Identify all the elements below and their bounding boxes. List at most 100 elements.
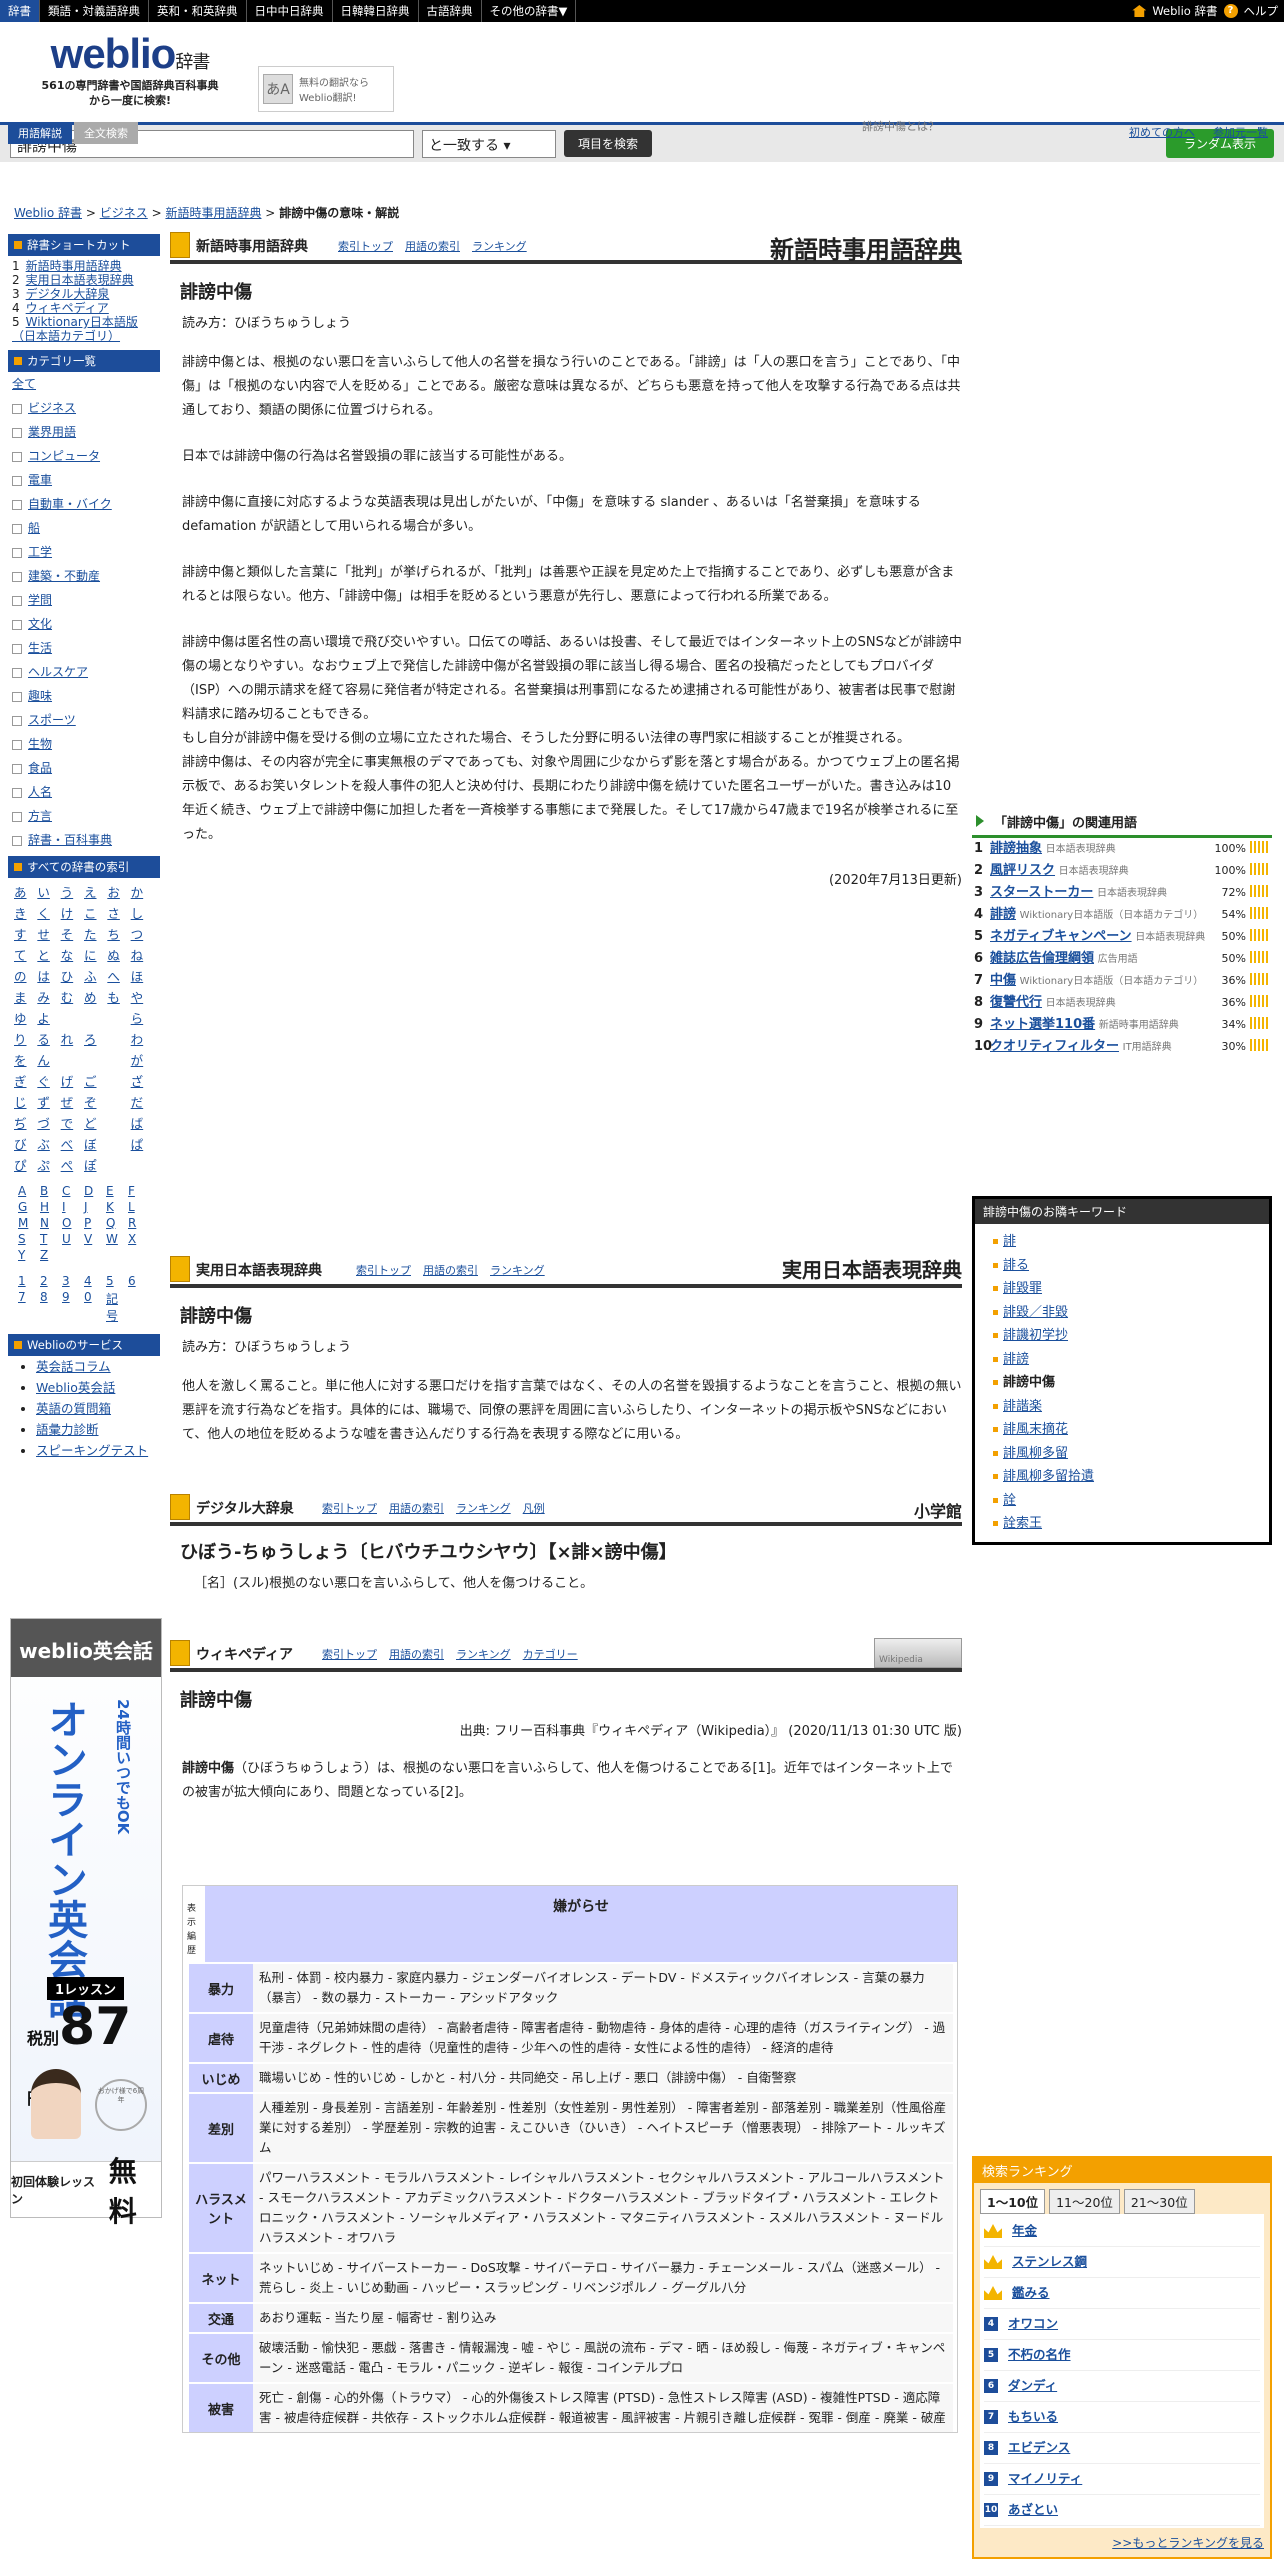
shortcut-link[interactable]: 新語時事用語辞典	[26, 259, 122, 273]
expand-box-icon[interactable]	[12, 571, 22, 582]
more-ranking-link[interactable]: >>もっとランキングを見る	[1112, 2536, 1264, 2550]
breadcrumb-weblio[interactable]: Weblio 辞書	[14, 206, 82, 220]
expand-box-icon[interactable]	[12, 451, 22, 462]
dict3-index-top[interactable]: 索引トップ	[322, 1500, 377, 1516]
shortcut-link[interactable]: 実用日本語表現辞典	[26, 273, 134, 287]
alpha-index-link[interactable]: S	[18, 1232, 40, 1246]
kana-index-link[interactable]: ぴ	[14, 1155, 37, 1174]
related-source[interactable]: 日本語表現辞典	[1046, 844, 1116, 855]
neighbor-link[interactable]: 誹謗	[1003, 1352, 1029, 1367]
kana-index-link[interactable]: み	[37, 987, 60, 1006]
related-term-link[interactable]: クオリティフィルター	[990, 1039, 1119, 1054]
alpha-index-link[interactable]: Q	[106, 1216, 128, 1230]
ranking-link[interactable]: エビデンス	[1008, 2433, 1070, 2463]
kana-index-link[interactable]: な	[61, 945, 84, 964]
dict2-term-index[interactable]: 用語の索引	[423, 1262, 478, 1278]
category-link[interactable]: 業界用語	[28, 425, 76, 439]
dict2-name[interactable]: 実用日本語表現辞典	[196, 1260, 322, 1280]
alpha-index-link[interactable]: W	[106, 1232, 128, 1246]
expand-box-icon[interactable]	[12, 763, 22, 774]
help-link[interactable]: ヘルプ	[1244, 3, 1279, 19]
dict1-name[interactable]: 新語時事用語辞典	[196, 236, 308, 256]
kana-index-link[interactable]: ぺ	[61, 1155, 84, 1174]
expand-box-icon[interactable]	[12, 547, 22, 558]
kana-index-link[interactable]: ひ	[61, 966, 84, 985]
ranking-link[interactable]: マイノリティ	[1008, 2464, 1082, 2494]
kana-index-link[interactable]: う	[61, 882, 84, 901]
kana-index-link[interactable]: ん	[37, 1050, 60, 1069]
number-index-link[interactable]: 9	[62, 1290, 84, 1324]
kana-index-link[interactable]: ぬ	[107, 945, 130, 964]
kana-index-link[interactable]: ぞ	[84, 1092, 107, 1111]
kana-index-link[interactable]: び	[14, 1134, 37, 1153]
neighbor-link[interactable]: 誹	[1003, 1234, 1016, 1249]
category-link[interactable]: 自動車・バイク	[28, 497, 112, 511]
alpha-index-link[interactable]: X	[128, 1232, 150, 1246]
category-link[interactable]: 船	[28, 521, 40, 535]
category-all[interactable]: 全て	[12, 377, 36, 391]
category-link[interactable]: ビジネス	[28, 401, 76, 415]
kana-index-link[interactable]: た	[84, 924, 107, 943]
kana-index-link[interactable]: む	[61, 987, 84, 1006]
expand-box-icon[interactable]	[12, 787, 22, 798]
kana-index-link[interactable]: り	[14, 1029, 37, 1048]
kana-index-link[interactable]: げ	[61, 1071, 84, 1090]
service-link[interactable]: 英語の質問箱	[36, 1401, 111, 1416]
navbox-row-links[interactable]: 私刑 - 体罰 - 校内暴力 - 家庭内暴力 - ジェンダーバイオレンス - デ…	[253, 1964, 953, 2012]
service-link[interactable]: 英会話コラム	[36, 1359, 111, 1374]
kana-index-link[interactable]: あ	[14, 882, 37, 901]
kana-index-link[interactable]: や	[131, 987, 154, 1006]
alpha-index-link[interactable]: R	[128, 1216, 150, 1230]
ranking-link[interactable]: ダンディ	[1008, 2371, 1057, 2401]
alpha-index-link[interactable]: U	[62, 1232, 84, 1246]
number-index-link[interactable]: 1	[18, 1274, 40, 1288]
kana-index-link[interactable]: じ	[14, 1092, 37, 1111]
match-mode-select[interactable]: と一致する ▾	[422, 129, 556, 158]
alpha-index-link[interactable]: D	[84, 1184, 106, 1198]
kana-index-link[interactable]: ぷ	[37, 1155, 60, 1174]
kana-index-link[interactable]: べ	[61, 1134, 84, 1153]
kana-index-link[interactable]: ぎ	[14, 1071, 37, 1090]
category-link[interactable]: 生物	[28, 737, 52, 751]
dict1-ranking[interactable]: ランキング	[472, 238, 527, 254]
related-term-link[interactable]: 風評リスク	[990, 863, 1055, 878]
expand-box-icon[interactable]	[12, 619, 22, 630]
tab-fulltext-search[interactable]: 全文検索	[74, 122, 138, 144]
alpha-index-link[interactable]: M	[18, 1216, 40, 1230]
kana-index-link[interactable]: せ	[37, 924, 60, 943]
related-term-link[interactable]: 誹謗抽象	[990, 841, 1042, 856]
navbox-row-links[interactable]: 人種差別 - 身長差別 - 言語差別 - 年齢差別 - 性差別（女性差別 - 男…	[253, 2094, 953, 2162]
kana-index-link[interactable]: さ	[107, 903, 130, 922]
kana-index-link[interactable]: て	[14, 945, 37, 964]
tab-classic[interactable]: 古語辞典	[419, 0, 482, 22]
dict4-index-top[interactable]: 索引トップ	[322, 1646, 377, 1662]
kana-index-link[interactable]: い	[37, 882, 60, 901]
expand-box-icon[interactable]	[12, 667, 22, 678]
neighbor-link[interactable]: 誹毀／非毀	[1003, 1305, 1068, 1320]
tab-thesaurus[interactable]: 類語・対義語辞典	[40, 0, 149, 22]
alpha-index-link[interactable]: K	[106, 1200, 128, 1214]
navbox-row-links[interactable]: 職場いじめ - 性的いじめ - しかと - 村八分 - 共同絶交 - 吊し上げ …	[253, 2064, 953, 2092]
alpha-index-link[interactable]: G	[18, 1200, 40, 1214]
related-source[interactable]: 日本語表現辞典	[1059, 866, 1129, 877]
category-link[interactable]: 工学	[28, 545, 52, 559]
expand-box-icon[interactable]	[12, 691, 22, 702]
kana-index-link[interactable]: ま	[14, 987, 37, 1006]
kana-index-link[interactable]: ざ	[131, 1071, 154, 1090]
ranking-tab-21-30[interactable]: 21～30位	[1123, 2189, 1195, 2214]
number-index-link[interactable]: 8	[40, 1290, 62, 1324]
kana-index-link[interactable]: き	[14, 903, 37, 922]
ranking-link[interactable]: 鑑みる	[1012, 2278, 1050, 2308]
number-index-link[interactable]: 7	[18, 1290, 40, 1324]
kana-index-link[interactable]: わ	[131, 1029, 154, 1048]
kana-index-link[interactable]: お	[107, 882, 130, 901]
kana-index-link[interactable]: を	[14, 1050, 37, 1069]
kana-index-link[interactable]: る	[37, 1029, 60, 1048]
expand-box-icon[interactable]	[12, 475, 22, 486]
alpha-index-link[interactable]: A	[18, 1184, 40, 1198]
number-index-link[interactable]: 5	[106, 1274, 128, 1288]
kana-index-link[interactable]: か	[131, 882, 154, 901]
dict3-term-index[interactable]: 用語の索引	[389, 1500, 444, 1516]
expand-box-icon[interactable]	[12, 427, 22, 438]
ranking-link[interactable]: もちいる	[1008, 2402, 1058, 2432]
